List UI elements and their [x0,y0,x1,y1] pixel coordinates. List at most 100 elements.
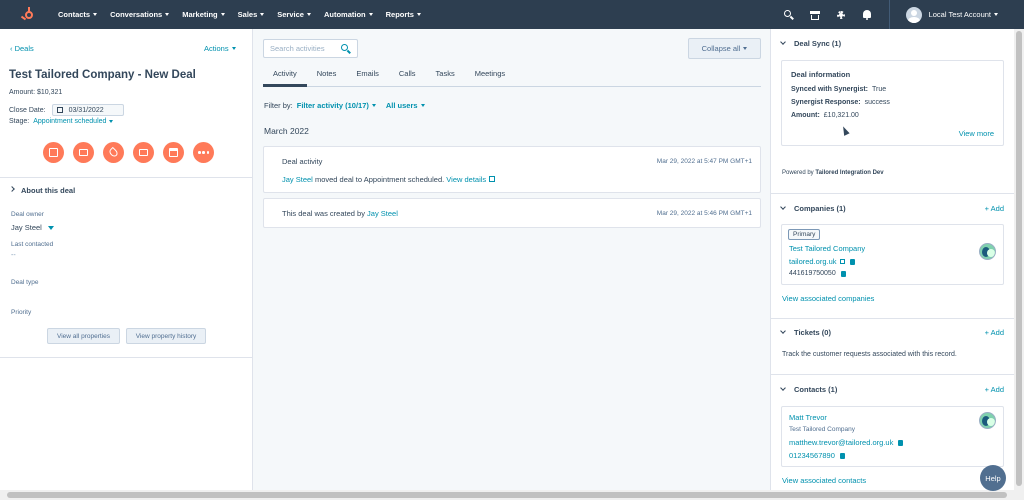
powered-by: Powered by Tailored Integration Dev [782,170,884,176]
powered-prefix: Powered by [782,170,816,176]
caret-down-icon [165,13,170,16]
nav-contacts[interactable]: Contacts [58,10,98,19]
deal-title[interactable]: Test Tailored Company - New Deal [9,69,196,81]
deal-amount: Amount: $10,321 [9,89,63,96]
back-to-deals-link[interactable]: ‹ Deals [10,44,34,53]
deal-activity-card[interactable]: Deal activity Mar 29, 2022 at 5:47 PM GM… [263,146,761,193]
scrollbar-thumb[interactable] [7,492,1007,498]
email-button[interactable] [73,142,94,163]
user-link[interactable]: Jay Steel [282,175,313,184]
copy-icon[interactable] [840,270,846,277]
search-icon[interactable] [783,9,795,21]
all-users-dropdown[interactable]: All users [386,101,425,110]
bell-icon[interactable] [861,9,873,21]
companies-toggle[interactable]: Companies (1) [780,204,846,213]
phone-icon [107,146,120,159]
copy-icon[interactable] [898,439,904,446]
search-icon[interactable] [340,43,352,55]
actions-label: Actions [204,44,229,53]
more-button[interactable] [193,142,214,163]
add-ticket-button[interactable]: + Add [985,328,1004,337]
tickets-toggle[interactable]: Tickets (0) [780,328,831,337]
contact-name-link[interactable]: Matt Trevor [789,413,827,422]
nav-automation[interactable]: Automation [324,10,373,19]
divider [0,177,253,178]
nav-label: Sales [237,10,258,19]
contact-phone-link[interactable]: 01234567890 [789,451,845,460]
deal-owner-select[interactable]: Jay Steel [11,223,54,232]
account-menu[interactable]: Local Test Account [929,10,998,19]
last-contacted-label: Last contacted [11,241,54,248]
call-button[interactable] [103,142,124,163]
divider [771,374,1015,375]
company-card: Primary Test Tailored Company tailored.o… [781,224,1004,285]
task-button[interactable] [133,142,154,163]
contact-email-link[interactable]: matthew.trevor@tailored.org.uk [789,438,904,447]
tickets-empty-text: Track the customer requests associated w… [782,351,957,358]
nav-conversations[interactable]: Conversations [110,10,170,19]
collapse-all-button[interactable]: Collapse all [688,38,761,59]
tab-notes[interactable]: Notes [307,67,347,87]
tab-emails[interactable]: Emails [346,67,389,87]
close-date-value: 03/31/2022 [68,106,104,114]
external-link-icon [839,259,845,264]
about-section-toggle[interactable]: About this deal [9,186,75,195]
task-icon [139,149,148,156]
nav-label: Automation [323,10,366,19]
nav-label: Reports [385,10,414,19]
nav-service[interactable]: Service [277,10,311,19]
nav-sales[interactable]: Sales [238,10,265,19]
create-note-button[interactable] [43,142,64,163]
tab-activity[interactable]: Activity [263,67,307,87]
scrollbar-thumb[interactable] [1016,31,1022,486]
actions-menu[interactable]: Actions [204,44,236,53]
nav-reports[interactable]: Reports [386,10,421,19]
hubspot-logo-icon[interactable] [20,6,36,22]
add-company-button[interactable]: + Add [985,204,1004,213]
association-sidebar: Deal Sync (1) Deal information Synced wi… [770,29,1015,490]
info-row: Synced with Synergist: True [791,86,886,93]
tab-tasks[interactable]: Tasks [426,67,465,87]
view-associated-contacts-link[interactable]: View associated contacts [782,476,866,485]
divider [771,193,1015,194]
company-name-link[interactable]: Test Tailored Company [789,244,865,253]
caret-down-icon [306,13,311,16]
tab-meetings[interactable]: Meetings [465,67,515,87]
caret-down-icon [231,47,236,50]
company-domain-link[interactable]: tailored.org.uk [789,257,855,266]
horizontal-scrollbar[interactable] [0,490,1024,500]
company-domain: tailored.org.uk [789,257,837,266]
search-activities-input[interactable]: Search activities [263,39,358,58]
contact-logo-icon [979,412,996,429]
view-property-history-button[interactable]: View property history [126,328,206,344]
contacts-toggle[interactable]: Contacts (1) [780,385,837,394]
card-timestamp: Mar 29, 2022 at 5:47 PM GMT+1 [656,158,752,165]
avatar[interactable] [905,6,922,23]
deal-created-card[interactable]: This deal was created by Jay Steel Mar 2… [263,198,761,228]
nav-marketing[interactable]: Marketing [182,10,225,19]
copy-icon[interactable] [849,258,855,265]
help-button[interactable]: Help [980,465,1006,491]
tab-calls[interactable]: Calls [389,67,426,87]
gear-icon[interactable] [835,9,847,21]
view-more-link[interactable]: View more [959,129,994,138]
deal-sync-toggle[interactable]: Deal Sync (1) [780,39,841,48]
close-date-input[interactable]: 03/31/2022 [51,104,124,116]
filter-activity-dropdown[interactable]: Filter activity (10/17) [297,101,376,110]
user-link[interactable]: Jay Steel [367,209,398,218]
chevron-down-icon [780,39,786,45]
stage-dropdown[interactable]: Appointment scheduled [33,118,114,125]
vertical-scrollbar[interactable] [1014,29,1024,490]
marketplace-icon[interactable] [809,9,821,21]
close-date-row: Close Date: 03/31/2022 [9,104,124,116]
chevron-down-icon [780,204,786,210]
add-contact-button[interactable]: + Add [985,385,1004,394]
view-details-link[interactable]: View details [446,175,496,184]
meeting-button[interactable] [163,142,184,163]
company-phone: 441619750050 [789,270,846,277]
copy-icon[interactable] [839,452,845,459]
caret-down-icon [47,225,54,230]
view-all-properties-button[interactable]: View all properties [47,328,120,344]
view-associated-companies-link[interactable]: View associated companies [782,294,874,303]
back-label: Deals [14,44,34,53]
